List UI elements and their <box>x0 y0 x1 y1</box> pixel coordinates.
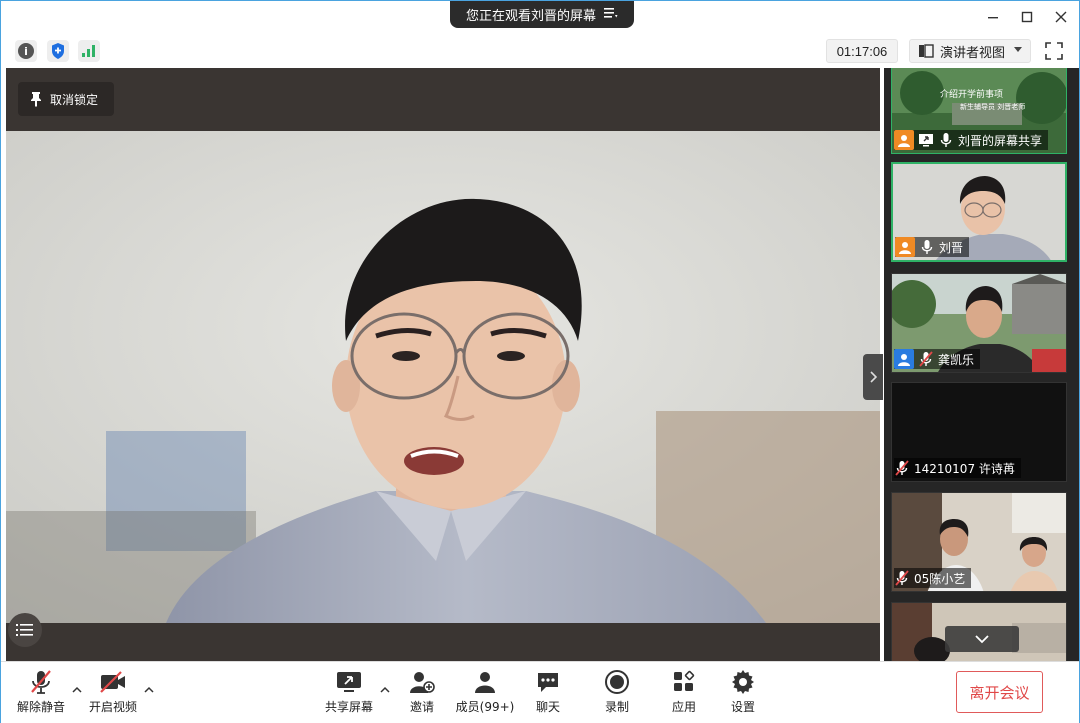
share-screen-button[interactable]: 共享屏幕 <box>317 668 381 720</box>
share-screen-label: 共享屏幕 <box>324 700 373 714</box>
name-bar: 05陈小艺 <box>894 568 972 588</box>
start-video-label: 开启视频 <box>88 700 137 714</box>
speaker-view-icon <box>919 44 934 58</box>
invite-label: 邀请 <box>409 700 434 714</box>
record-button[interactable]: 录制 <box>585 668 649 720</box>
apps-label: 应用 <box>671 700 696 714</box>
name-bar: 14210107 许诗苒 <box>894 458 1021 478</box>
share-slide-title: 介绍开学前事项 <box>940 88 1003 100</box>
banner-text: 您正在观看刘晋的屏幕 <box>465 9 596 24</box>
settings-label: 设置 <box>730 700 755 714</box>
microphone-icon <box>919 239 935 255</box>
user-avatar-icon <box>895 237 915 257</box>
user-avatar-icon <box>894 349 914 369</box>
video-off-icon <box>99 668 127 696</box>
close-icon[interactable] <box>1050 7 1072 27</box>
record-label: 录制 <box>604 700 629 714</box>
video-options-chevron-icon[interactable] <box>143 684 155 694</box>
members-icon <box>471 668 499 696</box>
share-slide-subtitle: 新生辅导员 刘晋老师 <box>960 102 1025 111</box>
chat-icon <box>534 668 562 696</box>
pin-icon <box>31 92 41 107</box>
title-bar: 您正在观看刘晋的屏幕 <box>1 1 1079 33</box>
start-video-button[interactable]: 开启视频 <box>81 668 145 720</box>
share-screen-icon <box>335 668 363 696</box>
info-icon[interactable]: i <box>15 40 37 62</box>
view-mode-label: 演讲者视图 <box>940 45 1006 61</box>
participant-name: 刘晋 <box>939 240 964 255</box>
collapse-sidebar-icon[interactable] <box>863 354 883 400</box>
add-user-icon <box>408 668 436 696</box>
participant-name: 龚凯乐 <box>938 352 975 367</box>
name-bar: 刘晋 <box>895 237 970 257</box>
maximize-icon[interactable] <box>1016 7 1038 27</box>
participant-tile-screen-share[interactable]: 介绍开学前事项 新生辅导员 刘晋老师 刘晋的屏幕共享 <box>891 68 1067 154</box>
chat-button[interactable]: 聊天 <box>516 668 580 720</box>
screen-share-icon <box>918 132 934 148</box>
apps-button[interactable]: 应用 <box>652 668 716 720</box>
menu-list-icon[interactable] <box>604 7 618 23</box>
participant-name: 05陈小艺 <box>914 571 966 586</box>
participant-tile-gongkaile[interactable]: 龚凯乐 <box>891 273 1067 373</box>
microphone-icon <box>938 132 954 148</box>
user-avatar-icon <box>894 130 914 150</box>
microphone-muted-icon <box>27 668 55 696</box>
main-video-area: 取消锁定 <box>6 68 880 661</box>
gear-icon <box>729 668 757 696</box>
bottom-control-bar: 解除静音 开启视频 共享屏幕 邀请 成员(99+) 聊天 录制 应用 设置 离开… <box>1 661 1079 723</box>
microphone-muted-icon <box>894 460 910 476</box>
participant-tile-chenxiaoyi[interactable]: 05陈小艺 <box>891 492 1067 592</box>
participant-sidebar: 介绍开学前事项 新生辅导员 刘晋老师 刘晋的屏幕共享 刘晋 龚凯乐 142101… <box>884 68 1079 661</box>
name-bar: 刘晋的屏幕共享 <box>894 130 1049 150</box>
meeting-window: 您正在观看刘晋的屏幕 i 01:17:06 演讲者视图 取消锁定 介绍开学前事项… <box>0 0 1080 723</box>
meeting-toolbar: i 01:17:06 演讲者视图 <box>1 34 1079 67</box>
minimize-icon[interactable] <box>982 7 1004 27</box>
participant-tile-liujin[interactable]: 刘晋 <box>891 162 1067 262</box>
participant-tile-xushiran[interactable]: 14210107 许诗苒 <box>891 382 1067 482</box>
name-bar: 龚凯乐 <box>894 349 981 369</box>
chevron-down-icon <box>1014 47 1022 52</box>
settings-button[interactable]: 设置 <box>711 668 775 720</box>
unlock-label: 取消锁定 <box>50 92 99 107</box>
screen-share-banner[interactable]: 您正在观看刘晋的屏幕 <box>450 1 634 28</box>
members-button[interactable]: 成员(99+) <box>453 668 517 720</box>
leave-meeting-button[interactable]: 离开会议 <box>956 671 1043 713</box>
scroll-down-icon[interactable] <box>945 626 1019 652</box>
chat-label: 聊天 <box>535 700 560 714</box>
unlock-button[interactable]: 取消锁定 <box>18 82 114 116</box>
microphone-muted-icon <box>894 570 910 586</box>
shield-icon[interactable] <box>47 40 69 62</box>
apps-icon <box>670 668 698 696</box>
meeting-timer: 01:17:06 <box>826 39 898 63</box>
microphone-muted-icon <box>918 351 934 367</box>
fullscreen-icon[interactable] <box>1043 40 1065 62</box>
signal-icon[interactable] <box>78 40 100 62</box>
unmute-button[interactable]: 解除静音 <box>9 668 73 720</box>
members-label: 成员(99+) <box>455 700 515 714</box>
speaker-video <box>6 131 880 623</box>
list-toggle-icon[interactable] <box>8 613 42 647</box>
record-icon <box>603 668 631 696</box>
participant-name: 14210107 许诗苒 <box>914 461 1015 476</box>
participant-name: 刘晋的屏幕共享 <box>958 133 1043 148</box>
invite-button[interactable]: 邀请 <box>390 668 454 720</box>
view-mode-select[interactable]: 演讲者视图 <box>909 39 1031 63</box>
unmute-label: 解除静音 <box>16 700 65 714</box>
